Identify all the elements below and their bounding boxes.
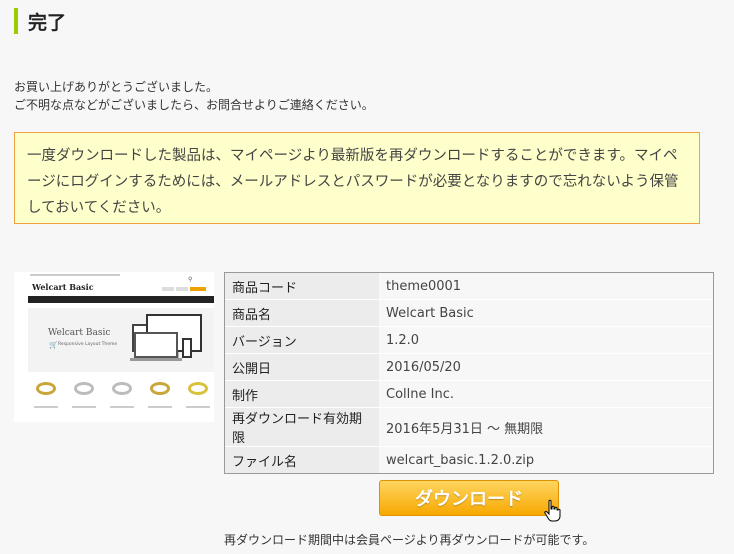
thumbnail-hero-title: Welcart Basic: [48, 328, 111, 338]
thumbnail-product-row: [36, 382, 208, 395]
field-value: 2016年5月31日 ～ 無期限: [379, 408, 713, 447]
field-label: ファイル名: [225, 447, 379, 473]
ring-image: [74, 382, 94, 395]
page-heading: 完了: [14, 8, 66, 34]
field-value: 1.2.0: [379, 327, 713, 354]
field-label: 商品コード: [225, 273, 379, 300]
ring-image: [188, 382, 208, 395]
cart-icon: 🛒: [49, 341, 58, 349]
page-title: 完了: [28, 11, 67, 34]
laptop-device: [134, 332, 178, 358]
search-icon: ⚲: [188, 276, 193, 283]
thanks-line-1: お買い上げありがとうございました。: [14, 80, 219, 94]
thumbnail-header-buttons: [162, 287, 206, 291]
table-row: ファイル名 welcart_basic.1.2.0.zip: [225, 447, 713, 473]
thanks-message: お買い上げありがとうございました。 ご不明な点などがございましたら、お問合せより…: [14, 78, 374, 114]
table-row: 商品コード theme0001: [225, 273, 713, 300]
field-label: バージョン: [225, 327, 379, 354]
field-label: 商品名: [225, 300, 379, 327]
field-value: welcart_basic.1.2.0.zip: [379, 447, 713, 473]
thumbnail-logo: Welcart Basic: [32, 282, 94, 292]
field-label: 再ダウンロード有効期限: [225, 408, 379, 447]
product-thumbnail: Welcart Basic ⚲ Welcart Basic 🛒 Responsi…: [14, 272, 214, 422]
thumbnail-nav: [28, 296, 214, 311]
phone-device: [182, 338, 192, 358]
redownload-notice: 一度ダウンロードした製品は、マイページより最新版を再ダウンロードすることができま…: [14, 132, 700, 224]
thumbnail-hero-subtitle: Responsive Layout Theme: [58, 342, 118, 347]
thanks-line-2: ご不明な点などがございましたら、お問合せよりご連絡ください。: [14, 98, 374, 112]
table-row: 商品名 Welcart Basic: [225, 300, 713, 327]
table-row: 公開日 2016/05/20: [225, 354, 713, 381]
thumbnail-hero: Welcart Basic 🛒 Responsive Layout Theme: [28, 308, 214, 372]
field-value: theme0001: [379, 273, 713, 300]
table-row: 再ダウンロード有効期限 2016年5月31日 ～ 無期限: [225, 408, 713, 447]
ring-image: [36, 382, 56, 395]
table-row: バージョン 1.2.0: [225, 327, 713, 354]
field-value: Collne Inc.: [379, 381, 713, 408]
product-info-table: 商品コード theme0001 商品名 Welcart Basic バージョン …: [224, 272, 714, 474]
cursor-hand-icon: [544, 499, 561, 522]
redownload-note: 再ダウンロード期間中は会員ページより再ダウンロードが可能です。: [224, 533, 595, 547]
table-row: 制作 Collne Inc.: [225, 381, 713, 408]
ring-image: [150, 382, 170, 395]
heading-accent-bar: [14, 8, 18, 34]
field-value: Welcart Basic: [379, 300, 713, 327]
ring-image: [112, 382, 132, 395]
field-label: 制作: [225, 381, 379, 408]
field-label: 公開日: [225, 354, 379, 381]
download-button[interactable]: ダウンロード: [379, 480, 559, 516]
field-value: 2016/05/20: [379, 354, 713, 381]
